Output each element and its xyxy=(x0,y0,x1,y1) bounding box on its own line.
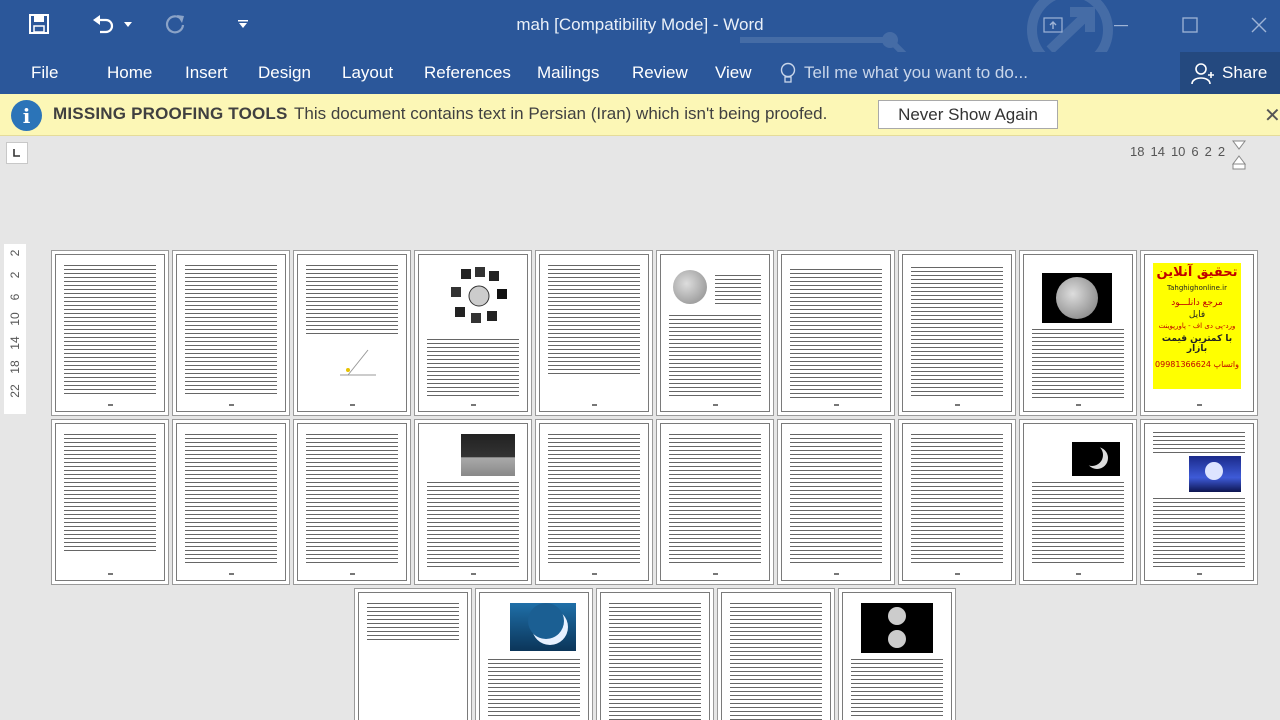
document-page[interactable] xyxy=(1023,254,1133,412)
ad-line: ورد-پی دی اف - پاورپوینت xyxy=(1158,322,1236,330)
ad-line: 09981366624 واتساپ xyxy=(1155,360,1239,369)
maximize-button[interactable] xyxy=(1167,6,1213,44)
document-page[interactable] xyxy=(1023,423,1133,581)
document-page[interactable] xyxy=(418,423,528,581)
indent-marker-icon[interactable] xyxy=(1232,140,1246,170)
tab-home[interactable]: Home xyxy=(107,58,152,88)
document-page[interactable] xyxy=(418,254,528,412)
person-icon xyxy=(1191,63,1214,85)
tab-file[interactable]: File xyxy=(31,58,58,88)
document-page[interactable] xyxy=(55,423,165,581)
ribbon-display-options-button[interactable] xyxy=(1030,6,1076,44)
never-show-again-button[interactable]: Never Show Again xyxy=(878,100,1058,129)
document-page[interactable] xyxy=(902,423,1012,581)
ad-line: تحقیق آنلاین xyxy=(1156,265,1238,280)
document-page[interactable] xyxy=(297,423,407,581)
document-page[interactable] xyxy=(297,254,407,412)
document-page[interactable] xyxy=(660,423,770,581)
maximize-icon xyxy=(1182,17,1198,33)
document-page[interactable] xyxy=(902,254,1012,412)
two-moons-image xyxy=(861,603,933,653)
tab-design[interactable]: Design xyxy=(258,58,311,88)
full-moon-image xyxy=(671,269,709,305)
message-bar: i MISSING PROOFING TOOLS This document c… xyxy=(0,94,1280,136)
tab-stop-selector[interactable] xyxy=(6,142,28,164)
tab-mailings[interactable]: Mailings xyxy=(537,58,599,88)
document-page[interactable] xyxy=(781,423,891,581)
ad-line: Tahghighonline.ir xyxy=(1167,284,1227,292)
ruler-number: 18 xyxy=(1130,144,1145,159)
minimize-icon xyxy=(1114,25,1128,27)
document-title: mah [Compatibility Mode] - Word xyxy=(516,15,764,34)
document-page[interactable] xyxy=(660,254,770,412)
ad-line: با کمترین قیمت بازار xyxy=(1161,334,1233,354)
left-tab-icon xyxy=(13,149,20,157)
document-page[interactable] xyxy=(176,423,286,581)
tab-layout[interactable]: Layout xyxy=(342,58,393,88)
document-page[interactable]: تحقیق آنلاین Tahghighonline.ir مرجع دانل… xyxy=(1144,254,1254,412)
ruler-number: 10 xyxy=(1170,144,1186,159)
ruler-number: 14 xyxy=(1150,144,1165,159)
tab-insert[interactable]: Insert xyxy=(185,58,228,88)
share-button[interactable]: Share xyxy=(1180,52,1280,94)
document-page[interactable] xyxy=(600,592,710,720)
lightbulb-icon xyxy=(780,62,796,83)
document-page[interactable] xyxy=(721,592,831,720)
tab-view[interactable]: View xyxy=(715,58,752,88)
full-moon-image xyxy=(1042,273,1112,323)
moon-phases-image xyxy=(451,267,507,323)
document-page[interactable] xyxy=(1144,423,1254,581)
ruler-number: 2 xyxy=(1217,144,1226,159)
document-page[interactable] xyxy=(781,254,891,412)
document-page[interactable] xyxy=(55,254,165,412)
document-page[interactable] xyxy=(539,254,649,412)
minimize-button[interactable] xyxy=(1098,6,1144,44)
document-page[interactable] xyxy=(358,592,468,720)
close-message-icon[interactable]: ✕ xyxy=(1264,103,1280,128)
ruler-number: 18 xyxy=(8,360,22,374)
tell-me-search[interactable]: Tell me what you want to do... xyxy=(780,58,1028,88)
tell-me-placeholder: Tell me what you want to do... xyxy=(804,63,1028,82)
ruler-number: 6 xyxy=(8,293,22,301)
document-workspace[interactable]: 18 14 10 6 2 2 2 2 6 10 14 18 22 تحقیق آ… xyxy=(0,136,1280,720)
share-label: Share xyxy=(1222,63,1268,82)
ad-line: مرجع دانلـــود xyxy=(1171,298,1223,308)
ruler-number: 22 xyxy=(8,384,22,398)
ribbon-display-options-icon xyxy=(1043,17,1063,33)
ruler-number: 2 xyxy=(1204,144,1212,159)
ad-line: فایل xyxy=(1188,310,1206,320)
tab-references[interactable]: References xyxy=(424,58,511,88)
document-page[interactable] xyxy=(176,254,286,412)
crescent-moon-image xyxy=(510,603,576,651)
diagram-image xyxy=(340,349,376,376)
horizontal-ruler[interactable]: 18 14 10 6 2 2 xyxy=(1130,142,1225,162)
ribbon-tab-bar: File Home Insert Design Layout Reference… xyxy=(0,52,1280,94)
ruler-number: 6 xyxy=(1191,144,1199,159)
ruler-number: 2 xyxy=(8,249,22,257)
document-page[interactable] xyxy=(842,592,952,720)
moon-over-sea-image xyxy=(1189,456,1241,492)
ruler-number: 10 xyxy=(8,312,22,326)
vertical-ruler[interactable]: 2 2 6 10 14 18 22 xyxy=(4,244,26,414)
ruler-number: 14 xyxy=(8,336,22,350)
close-button[interactable] xyxy=(1236,6,1280,44)
ruler-number: 2 xyxy=(8,271,22,279)
astronaut-image xyxy=(461,434,515,476)
tab-review[interactable]: Review xyxy=(632,58,688,88)
advertisement-banner: تحقیق آنلاین Tahghighonline.ir مرجع دانل… xyxy=(1153,263,1241,389)
crescent-moon-image xyxy=(1072,442,1120,476)
document-page[interactable] xyxy=(479,592,589,720)
close-icon xyxy=(1251,17,1267,33)
message-text: This document contains text in Persian (… xyxy=(294,104,828,123)
title-bar: mah [Compatibility Mode] - Word xyxy=(0,0,1280,73)
message-title: MISSING PROOFING TOOLS xyxy=(53,104,288,123)
document-page[interactable] xyxy=(539,423,649,581)
info-icon: i xyxy=(11,100,42,131)
